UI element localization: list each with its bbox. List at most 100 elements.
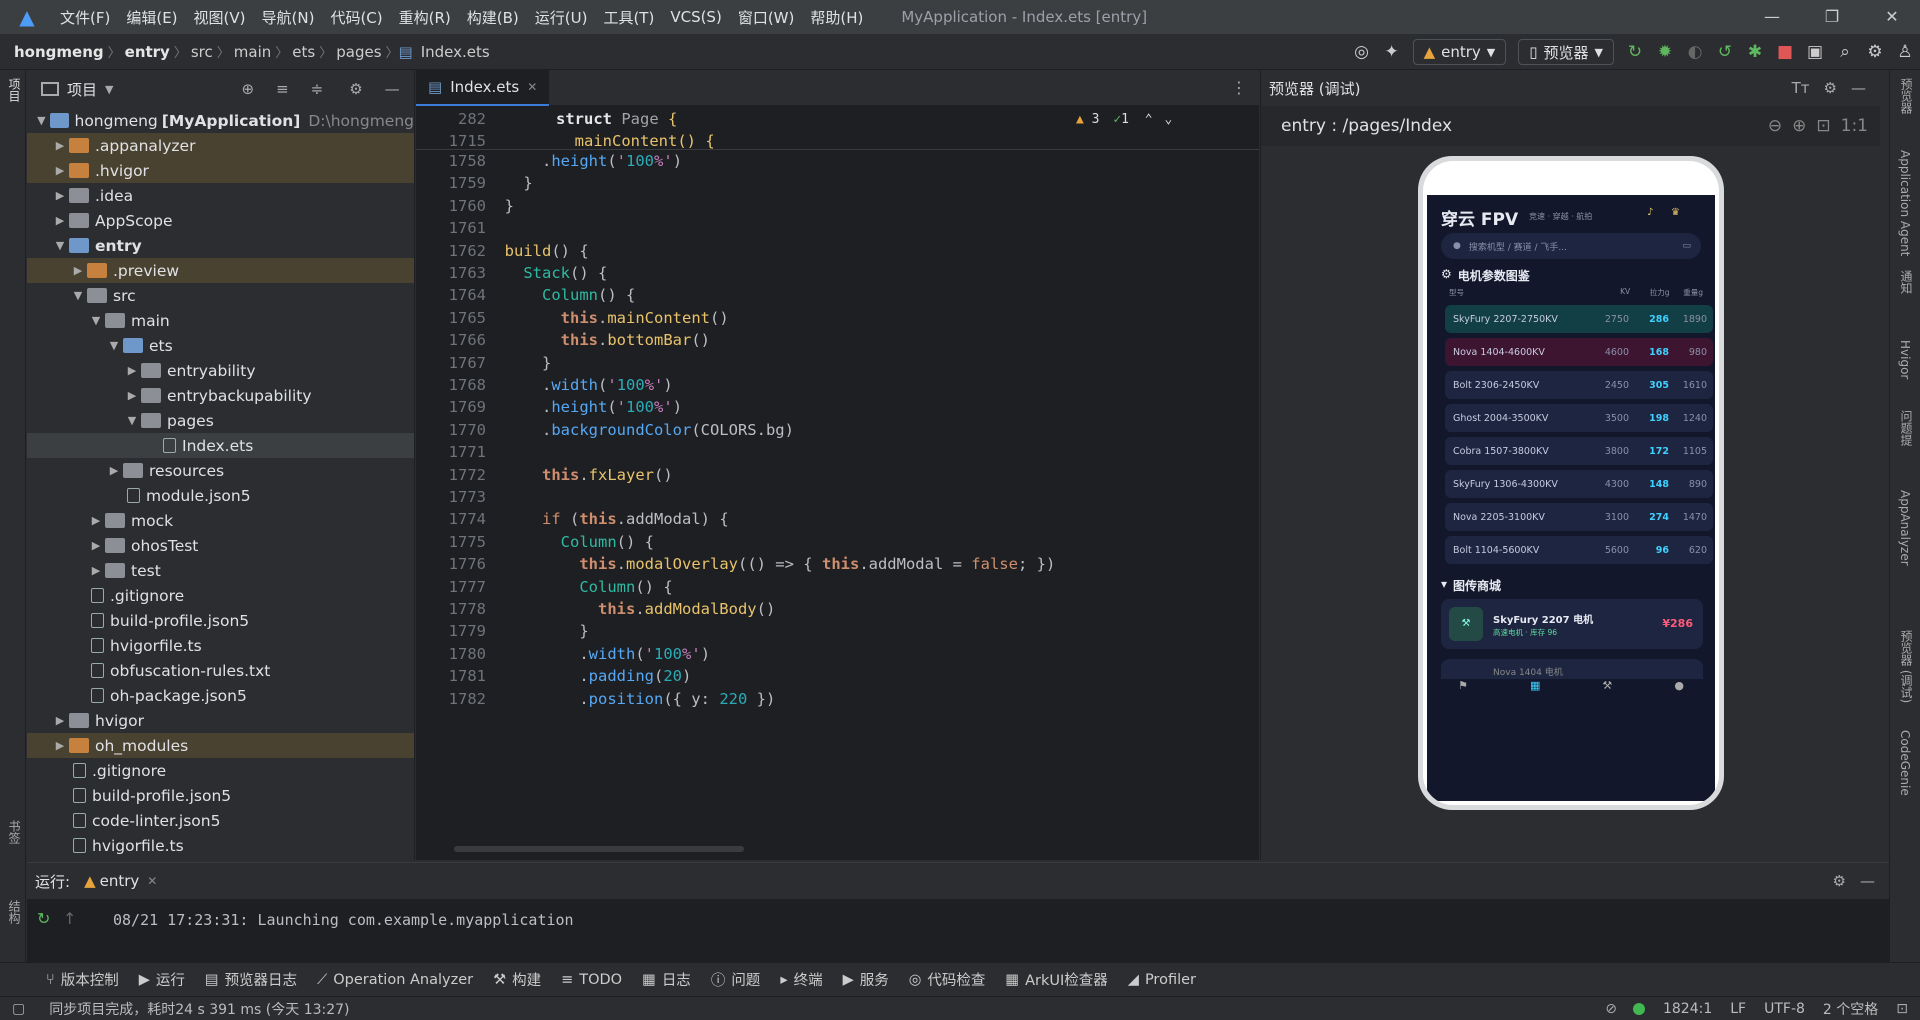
no-vcs-icon[interactable]: ⊘ — [1605, 1001, 1617, 1017]
tree-node[interactable]: ▼ src — [27, 283, 414, 308]
tool-window-button[interactable]: ◢ Profiler — [1118, 972, 1206, 988]
chevron-right-icon[interactable]: ▶ — [51, 189, 69, 202]
tree-node[interactable]: oh-package.json5 — [27, 683, 414, 708]
bug-icon[interactable]: ✦ — [1377, 42, 1407, 62]
tool-window-button[interactable]: ◎ 代码检查 — [899, 969, 996, 990]
right-tool-tab[interactable]: AppAnalyzer — [1898, 490, 1912, 566]
expand-all-icon[interactable]: ≡ — [276, 80, 289, 98]
rerun-icon[interactable]: ↻ — [37, 909, 50, 928]
right-tool-tab[interactable]: 预览器 — [1898, 78, 1915, 114]
project-panel-title[interactable]: 项目 — [67, 79, 97, 100]
tree-node[interactable]: ▶ entrybackupability — [27, 383, 414, 408]
tree-node[interactable]: ▶ .preview — [27, 258, 414, 283]
tool-window-button[interactable]: ⟋ Operation Analyzer — [307, 972, 483, 988]
chevron-right-icon[interactable]: ▶ — [51, 164, 69, 177]
user-icon[interactable]: ♙ — [1890, 42, 1920, 62]
horizontal-scrollbar[interactable] — [454, 846, 744, 852]
right-tool-tab[interactable]: CodeGenie — [1898, 730, 1912, 796]
structure-tool-tab[interactable]: 结构 — [6, 900, 23, 924]
chevron-right-icon[interactable]: ▶ — [105, 464, 123, 477]
stop-icon[interactable]: ■ — [1770, 42, 1800, 62]
chevron-right-icon[interactable]: ▶ — [87, 514, 105, 527]
right-tool-tab[interactable]: 通知 — [1898, 270, 1915, 294]
right-tool-tab[interactable]: Hvigor — [1898, 340, 1912, 379]
menu-item[interactable]: 构建(B) — [459, 7, 527, 28]
run-config-tab[interactable]: entry — [100, 872, 140, 890]
tree-node[interactable]: hvigorfile.ts — [27, 833, 414, 858]
tree-node[interactable]: ▼ pages — [27, 408, 414, 433]
zoom-out-icon[interactable]: ⊖ — [1768, 116, 1782, 136]
device-manager-icon[interactable]: ▣ — [1800, 42, 1830, 62]
hide-icon[interactable]: — — [385, 80, 400, 98]
breadcrumb-item[interactable]: main — [230, 43, 275, 61]
chevron-down-icon[interactable]: ▼ — [69, 289, 87, 302]
menu-item[interactable]: 工具(T) — [595, 7, 662, 28]
run-config-select[interactable]: ▲ entry ▼ — [1412, 39, 1507, 65]
chevron-right-icon[interactable]: ▶ — [87, 564, 105, 577]
chevron-right-icon[interactable]: ▶ — [123, 364, 141, 377]
chevron-down-icon[interactable]: ▼ — [51, 239, 69, 252]
tree-node[interactable]: ▶ .idea — [27, 183, 414, 208]
tree-node[interactable]: module.json5 — [27, 483, 414, 508]
chevron-right-icon[interactable]: ▶ — [51, 739, 69, 752]
menu-item[interactable]: 视图(V) — [186, 7, 254, 28]
tool-window-button[interactable]: ▤ 预览器日志 — [195, 969, 307, 990]
status-ok-icon[interactable] — [1632, 1002, 1645, 1015]
tree-node[interactable]: ▶ ohosTest — [27, 533, 414, 558]
ratio-icon[interactable]: 1:1 — [1841, 116, 1868, 136]
tool-window-button[interactable]: ▦ ArkUI检查器 — [995, 969, 1117, 990]
menu-item[interactable]: 窗口(W) — [730, 7, 803, 28]
close-run-tab-icon[interactable]: ✕ — [147, 874, 157, 888]
chevron-right-icon[interactable]: ▶ — [87, 539, 105, 552]
prev-highlight-icon[interactable]: ⌃ — [1145, 112, 1153, 127]
more-icon[interactable]: ⋮ — [1231, 78, 1247, 97]
right-tool-tab[interactable]: 预览器 (调试) — [1898, 630, 1915, 703]
fit-icon[interactable]: ⊡ — [1816, 116, 1830, 136]
tree-node[interactable]: ▶ entryability — [27, 358, 414, 383]
tab-tools-icon[interactable]: ⚒ — [1602, 679, 1612, 699]
tree-node[interactable]: ▼ ets — [27, 333, 414, 358]
editor-scrollbar[interactable] — [1246, 146, 1249, 846]
tool-window-button[interactable]: ⓘ 问题 — [701, 969, 771, 990]
tool-window-button[interactable]: ⚒ 构建 — [483, 969, 551, 990]
tree-node[interactable]: .gitignore — [27, 583, 414, 608]
tree-node[interactable]: ▶ AppScope — [27, 208, 414, 233]
breadcrumb-item[interactable]: Index.ets — [417, 43, 494, 61]
panel-toggle-icon[interactable]: ▢ — [12, 1001, 25, 1017]
tree-node[interactable]: ▼ entry — [27, 233, 414, 258]
chevron-down-icon[interactable]: ▼ — [33, 114, 50, 127]
breadcrumb-item[interactable]: hongmeng — [10, 43, 108, 61]
caret-position[interactable]: 1824:1 — [1663, 1001, 1712, 1017]
chevron-right-icon[interactable]: ▶ — [51, 714, 69, 727]
tree-node[interactable]: ▶ .appanalyzer — [27, 133, 414, 158]
close-icon[interactable]: ✕ — [1864, 0, 1920, 34]
menu-item[interactable]: 文件(F) — [52, 7, 118, 28]
breadcrumb-item[interactable]: entry — [121, 43, 174, 61]
tree-node[interactable]: ▼ main — [27, 308, 414, 333]
product-card-partial[interactable]: Nova 1404 电机 — [1441, 659, 1703, 679]
line-separator[interactable]: LF — [1730, 1001, 1746, 1017]
right-tool-tab[interactable]: Application Agent — [1898, 150, 1912, 256]
file-encoding[interactable]: UTF-8 — [1764, 1001, 1805, 1017]
tree-node[interactable]: ▶ resources — [27, 458, 414, 483]
tab-profile-icon[interactable]: ● — [1674, 679, 1684, 699]
tab-home-icon[interactable]: ⚑ — [1458, 679, 1468, 699]
menu-item[interactable]: 代码(C) — [322, 7, 390, 28]
chevron-down-icon[interactable]: ▼ — [105, 83, 113, 96]
tree-node[interactable]: ▶ hvigor — [27, 708, 414, 733]
motor-row[interactable]: Ghost 2004-3500KV 3500 198 1240 — [1445, 404, 1713, 432]
right-tool-tab[interactable]: 问题提 — [1898, 410, 1915, 446]
motor-row[interactable]: Nova 1404-4600KV 4600 168 980 — [1445, 338, 1713, 366]
breadcrumb-item[interactable]: src — [187, 43, 217, 61]
tab-index-ets[interactable]: ▤ Index.ets ✕ — [416, 69, 550, 106]
menu-item[interactable]: VCS(S) — [662, 8, 729, 26]
menu-item[interactable]: 导航(N) — [254, 7, 323, 28]
maximize-icon[interactable]: ❐ — [1804, 0, 1860, 34]
lock-icon[interactable]: ⊡ — [1896, 1001, 1908, 1017]
tool-window-button[interactable]: ⑂ 版本控制 — [36, 969, 129, 990]
tool-window-button[interactable]: ▶ 运行 — [129, 969, 195, 990]
target-icon[interactable]: ◎ — [1347, 42, 1377, 62]
menu-item[interactable]: 重构(R) — [391, 7, 459, 28]
chevron-right-icon[interactable]: ▶ — [123, 389, 141, 402]
tree-node[interactable]: build-profile.json5 — [27, 608, 414, 633]
